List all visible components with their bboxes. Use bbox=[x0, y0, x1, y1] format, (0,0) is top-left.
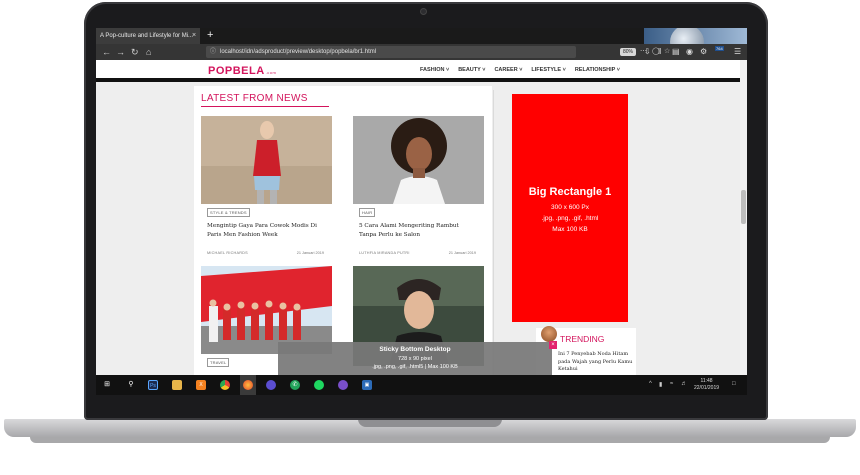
category-tag[interactable]: TRAVEL bbox=[207, 358, 230, 367]
chrome-icon[interactable] bbox=[220, 380, 230, 390]
whatsapp-icon[interactable]: ✆ bbox=[290, 380, 300, 390]
taskbar: ⊞ ⚲ Ps X ✆ ▣ ^ ▮ ≈ ♬ 11:48 22/01/2019 □ bbox=[96, 375, 747, 395]
wifi-icon[interactable]: ≈ bbox=[670, 381, 673, 387]
web-page: POPBELA.com FASHION ˅ BEAUTY ˅ CAREER ˅ … bbox=[96, 60, 747, 375]
library-icon[interactable]: ‖ bbox=[658, 44, 661, 60]
info-icon[interactable]: ⓘ bbox=[210, 46, 216, 58]
sticky-close-button[interactable]: × bbox=[549, 341, 557, 349]
article-image[interactable] bbox=[201, 116, 332, 204]
firefox-icon[interactable] bbox=[243, 380, 253, 390]
photoshop-icon[interactable]: Ps bbox=[148, 380, 158, 390]
category-tag[interactable]: HAIR bbox=[359, 208, 376, 217]
search-icon[interactable]: ⚲ bbox=[126, 380, 136, 390]
tab-bar: A Pop-culture and Lifestyle for Mi... × … bbox=[96, 28, 747, 59]
sidebar-icon[interactable]: ▤ bbox=[672, 44, 680, 60]
forward-icon[interactable]: → bbox=[116, 44, 125, 60]
xampp-icon[interactable]: X bbox=[196, 380, 206, 390]
ad-title: Big Rectangle 1 bbox=[528, 186, 612, 198]
article-image[interactable] bbox=[353, 116, 484, 204]
system-clock[interactable]: 11:48 22/01/2019 bbox=[694, 378, 719, 392]
nav-fashion[interactable]: FASHION ˅ bbox=[420, 67, 449, 73]
battery-icon[interactable]: ▮ bbox=[659, 381, 662, 388]
extension-badge: 764 bbox=[715, 46, 724, 51]
navigation-bar: ← → ↻ ⌂ ⓘ localhost/idn/adsproduct/previ… bbox=[96, 44, 747, 60]
trending-avatar bbox=[541, 326, 557, 342]
scrollbar-thumb[interactable] bbox=[741, 190, 746, 224]
nav-lifestyle[interactable]: LIFESTYLE ˅ bbox=[531, 67, 565, 73]
article-card[interactable]: STYLE & TRENDS Mengintip Gaya Para Cowok… bbox=[201, 116, 332, 264]
home-icon[interactable]: ⌂ bbox=[146, 44, 151, 60]
laptop-shadow bbox=[30, 437, 830, 443]
back-icon[interactable]: ← bbox=[102, 44, 111, 60]
article-author: LUTHFIA MIRANDA PUTRI bbox=[359, 251, 410, 255]
notifications-icon[interactable]: □ bbox=[732, 381, 736, 387]
article-card[interactable]: HAIR 5 Cara Alami Mengeriting Rambut Tan… bbox=[353, 116, 484, 264]
article-title[interactable]: Mengintip Gaya Para Cowok Modis Di Paris… bbox=[207, 222, 325, 240]
column-divider bbox=[493, 90, 494, 375]
file-explorer-icon[interactable] bbox=[172, 380, 182, 390]
nav-beauty[interactable]: BEAUTY ˅ bbox=[458, 67, 485, 73]
trending-item[interactable]: Ini 7 Penyebab Noda Hitam pada Wajah yan… bbox=[558, 351, 636, 374]
screen: A Pop-culture and Lifestyle for Mi... × … bbox=[96, 28, 747, 395]
sticky-ad-title: Sticky Bottom Desktop bbox=[379, 346, 451, 353]
addon-icon[interactable]: ⚙ bbox=[700, 44, 707, 60]
category-tag[interactable]: STYLE & TRENDS bbox=[207, 208, 250, 217]
article-image[interactable] bbox=[201, 266, 332, 354]
bookmark-star-icon[interactable]: ☆ bbox=[664, 46, 670, 58]
big-rectangle-ad[interactable]: Big Rectangle 1 300 x 600 Px .jpg, .png,… bbox=[512, 94, 628, 322]
tray-up-icon[interactable]: ^ bbox=[649, 381, 652, 387]
tab-title: A Pop-culture and Lifestyle for Mi... bbox=[100, 33, 194, 39]
app-icon[interactable] bbox=[266, 380, 276, 390]
zoom-level[interactable]: 80% bbox=[620, 48, 637, 56]
article-author: MICHAEL RICHARDS bbox=[207, 251, 248, 255]
volume-icon[interactable]: ♬ bbox=[681, 381, 687, 387]
windows-start-icon[interactable]: ⊞ bbox=[102, 380, 112, 390]
ad-max-size: Max 100 KB bbox=[552, 226, 588, 233]
downloads-icon[interactable]: ⇩ bbox=[644, 44, 651, 60]
news-section: LATEST FROM NEWS STYLE & TRENDS Menginti… bbox=[194, 86, 492, 375]
tab-close-icon[interactable]: × bbox=[192, 28, 196, 44]
editor-icon[interactable]: ▣ bbox=[362, 380, 372, 390]
reload-icon[interactable]: ↻ bbox=[131, 44, 139, 60]
spotify-icon[interactable] bbox=[314, 380, 324, 390]
clock-date: 22/01/2019 bbox=[694, 385, 720, 391]
laptop-mockup: A Pop-culture and Lifestyle for Mi... × … bbox=[0, 0, 860, 475]
extension-icon[interactable]: ◉ bbox=[686, 44, 693, 60]
main-navigation: FASHION ˅ BEAUTY ˅ CAREER ˅ LIFESTYLE ˅ … bbox=[420, 67, 620, 73]
section-title: LATEST FROM NEWS bbox=[201, 93, 308, 104]
article-title[interactable]: 5 Cara Alami Mengeriting Rambut Tanpa Pe… bbox=[359, 222, 477, 240]
ad-size: 300 x 600 Px bbox=[551, 204, 589, 211]
new-tab-button[interactable]: + bbox=[207, 28, 213, 43]
ad-formats: .jpg, .png, .gif, .html bbox=[541, 215, 599, 222]
browser-tab[interactable]: A Pop-culture and Lifestyle for Mi... bbox=[96, 28, 200, 44]
article-date: 21 Januari 2019 bbox=[296, 251, 324, 255]
laptop-notch bbox=[358, 419, 502, 427]
clock-time: 11:48 bbox=[700, 378, 713, 384]
menu-icon[interactable]: ☰ bbox=[734, 44, 741, 60]
nav-career[interactable]: CAREER ˅ bbox=[494, 67, 522, 73]
article-date: 21 Januari 2019 bbox=[448, 251, 476, 255]
site-logo[interactable]: POPBELA.com bbox=[208, 65, 276, 77]
url-text: localhost/idn/adsproduct/preview/desktop… bbox=[220, 49, 377, 55]
trending-title: TRENDING bbox=[560, 334, 605, 344]
site-header: POPBELA.com FASHION ˅ BEAUTY ˅ CAREER ˅ … bbox=[96, 60, 740, 82]
sticky-bottom-ad[interactable]: Sticky Bottom Desktop 728 x 90 pixel .jp… bbox=[278, 342, 552, 375]
sticky-ad-formats: .jpg, .png, .gif, .html5 | Max 100 KB bbox=[372, 364, 458, 370]
sticky-ad-size: 728 x 90 pixel bbox=[398, 356, 432, 362]
address-bar[interactable]: ⓘ localhost/idn/adsproduct/preview/deskt… bbox=[206, 46, 670, 58]
media-player-icon[interactable] bbox=[338, 380, 348, 390]
section-underline bbox=[201, 106, 329, 107]
nav-relationship[interactable]: RELATIONSHIP ˅ bbox=[575, 67, 620, 73]
webcam bbox=[421, 9, 426, 14]
